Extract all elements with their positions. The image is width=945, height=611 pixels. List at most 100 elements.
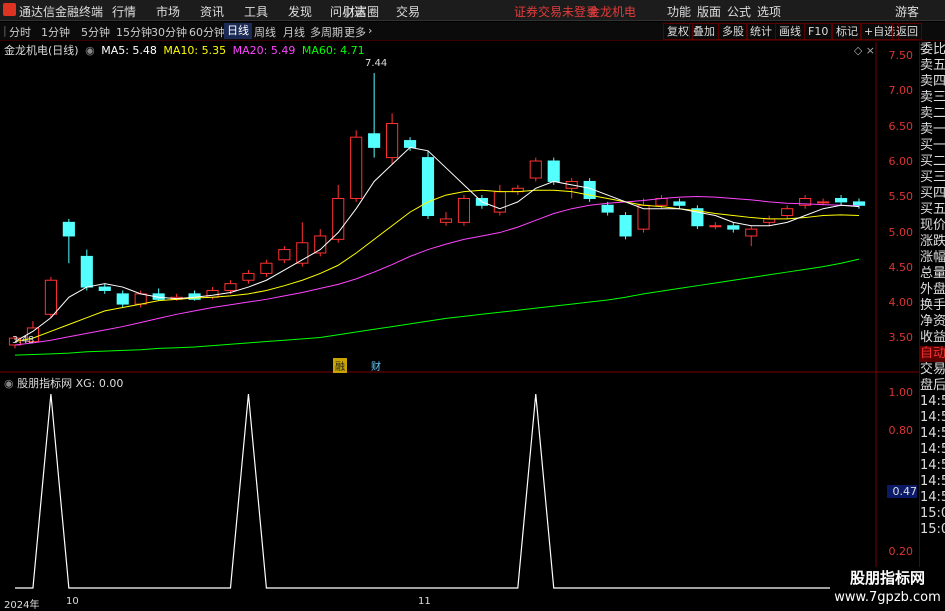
side-panel-item[interactable]: 外盘 xyxy=(920,282,945,298)
menu-zixun[interactable]: 资讯 xyxy=(200,3,224,20)
period-day[interactable]: 日线 xyxy=(224,23,252,39)
side-panel-item[interactable]: 卖四 xyxy=(920,74,945,90)
menu-xuanxiang[interactable]: 选项 xyxy=(757,3,781,20)
period-month[interactable]: 月线 xyxy=(283,24,305,40)
side-panel-item[interactable]: 15:00 xyxy=(920,522,945,538)
period-60min[interactable]: 60分钟 xyxy=(189,24,225,40)
stats-button[interactable]: 统计 xyxy=(746,23,776,40)
menu-gongshi[interactable]: 公式 xyxy=(727,3,751,20)
candle-body xyxy=(224,283,237,291)
side-panel-item[interactable]: 15:00 xyxy=(920,506,945,522)
candle-body xyxy=(439,218,453,223)
legend-toggle-icon[interactable]: ◉ xyxy=(85,44,95,57)
side-panel-item[interactable]: 卖一 xyxy=(920,122,945,138)
menu-jiaoyi[interactable]: 交易 xyxy=(396,3,420,20)
side-panel-item[interactable]: 涨跌 xyxy=(920,234,945,250)
candle-body xyxy=(116,293,129,305)
menu-caifuquan[interactable]: 财富圈 xyxy=(343,3,379,20)
side-panel-item[interactable]: 买三 xyxy=(920,170,945,186)
sub-y-tick: 0.80 xyxy=(888,424,914,437)
candle-body xyxy=(547,160,560,182)
candle-body xyxy=(619,215,632,237)
side-panel-item[interactable]: 涨幅 xyxy=(920,250,945,266)
period-multi[interactable]: 多周期 xyxy=(310,24,343,40)
y-tick: 7.00 xyxy=(888,84,914,97)
menu-banmian[interactable]: 版面 xyxy=(697,3,721,20)
side-panel-item[interactable]: 卖二 xyxy=(920,106,945,122)
sub-value-marker: 0.47 xyxy=(887,485,917,498)
side-panel-item[interactable]: 卖三 xyxy=(920,90,945,106)
side-panel-item[interactable]: 交易 xyxy=(920,362,945,378)
side-panel-item[interactable]: 买二 xyxy=(920,154,945,170)
overlay-button[interactable]: 叠加 xyxy=(689,23,719,40)
multi-stock-button[interactable]: 多股 xyxy=(718,23,748,40)
side-panel-item[interactable]: 换手 xyxy=(920,298,945,314)
candle-body xyxy=(314,235,327,254)
period-fenshi[interactable]: 分时 xyxy=(9,24,31,40)
side-panel-item[interactable]: 盘后 xyxy=(920,378,945,394)
side-panel-item[interactable]: 委比 xyxy=(920,42,945,58)
side-panel-item[interactable]: 买五 xyxy=(920,202,945,218)
guest-user[interactable]: 游客 xyxy=(895,3,919,20)
candle-body xyxy=(781,208,794,217)
candle-body xyxy=(852,201,866,206)
side-panel-item[interactable]: 14:56 xyxy=(920,442,945,458)
period-more[interactable]: 更多 xyxy=(344,24,366,40)
side-panel-item[interactable]: 14:56 xyxy=(920,474,945,490)
menu-shichang[interactable]: 市场 xyxy=(156,3,180,20)
menu-gongju[interactable]: 工具 xyxy=(244,3,268,20)
candle-body xyxy=(834,197,848,203)
side-panel-item[interactable]: 卖五 xyxy=(920,58,945,74)
rongzi-tag[interactable]: 融 xyxy=(333,358,347,373)
kline-chart[interactable] xyxy=(0,42,919,609)
ma60-line xyxy=(14,258,860,356)
chart-corner-icons[interactable]: ◇ × xyxy=(854,44,875,57)
side-panel-item[interactable]: 14:56 xyxy=(920,410,945,426)
side-panel-item[interactable]: 14:56 xyxy=(920,490,945,506)
candle-body xyxy=(727,225,740,230)
side-panel-item[interactable]: 14:56 xyxy=(920,458,945,474)
menu-faxian[interactable]: 发现 xyxy=(288,3,312,20)
period-5min[interactable]: 5分钟 xyxy=(81,24,110,40)
back-button[interactable]: 返回 xyxy=(892,23,922,40)
period-15min[interactable]: 15分钟 xyxy=(116,24,152,40)
side-panel-item[interactable]: 总量 xyxy=(920,266,945,282)
more-chevron-icon[interactable]: › xyxy=(368,24,372,37)
candle-body xyxy=(134,293,147,305)
side-panel-item[interactable]: 买一 xyxy=(920,138,945,154)
side-panel-item[interactable]: 买四 xyxy=(920,186,945,202)
watermark-logo: 股朋指标网 www.7gpzb.com xyxy=(830,567,945,609)
period-1min[interactable]: 1分钟 xyxy=(41,24,70,40)
y-tick: 6.50 xyxy=(888,120,914,133)
candle-body xyxy=(62,221,75,237)
ma5-line xyxy=(14,146,860,342)
side-panel-item[interactable]: 14:56 xyxy=(920,426,945,442)
indicator-name: 股朋指标网 xyxy=(17,377,73,390)
side-panel-item[interactable]: 收益 xyxy=(920,330,945,346)
mark-button[interactable]: 标记 xyxy=(832,23,862,40)
toolbar-handle-icon: | xyxy=(3,24,7,37)
trade-login-warning[interactable]: 证券交易未登录 xyxy=(514,3,598,20)
stock-period-label: 金龙机电(日线) xyxy=(4,44,79,57)
f10-button[interactable]: F10 xyxy=(804,23,833,40)
sub-toggle-icon[interactable]: ◉ xyxy=(4,377,14,390)
sub-y-tick: 1.00 xyxy=(888,386,914,399)
side-panel-item[interactable]: 自动 xyxy=(920,346,945,362)
side-panel-item[interactable]: 净资 xyxy=(920,314,945,330)
app-title: 通达信金融终端 xyxy=(19,5,104,19)
app-logo-icon xyxy=(3,3,16,16)
side-panel-item[interactable]: 现价 xyxy=(920,218,945,234)
ma60-label: MA60: 4.71 xyxy=(301,44,365,57)
draw-button[interactable]: 画线 xyxy=(775,23,805,40)
side-panel-item[interactable]: 14:56 xyxy=(920,394,945,410)
candle-body xyxy=(709,225,722,228)
ma20-line xyxy=(14,195,860,346)
period-30min[interactable]: 30分钟 xyxy=(151,24,187,40)
menu-gongneng[interactable]: 功能 xyxy=(667,3,691,20)
menu-hangqing[interactable]: 行情 xyxy=(112,3,136,20)
x-month-nov: 11 xyxy=(418,596,431,607)
period-week[interactable]: 周线 xyxy=(254,24,276,40)
ma10-label: MA10: 5.35 xyxy=(163,44,227,57)
candle-body xyxy=(673,201,686,206)
caibao-tag[interactable]: 财 xyxy=(369,358,383,373)
